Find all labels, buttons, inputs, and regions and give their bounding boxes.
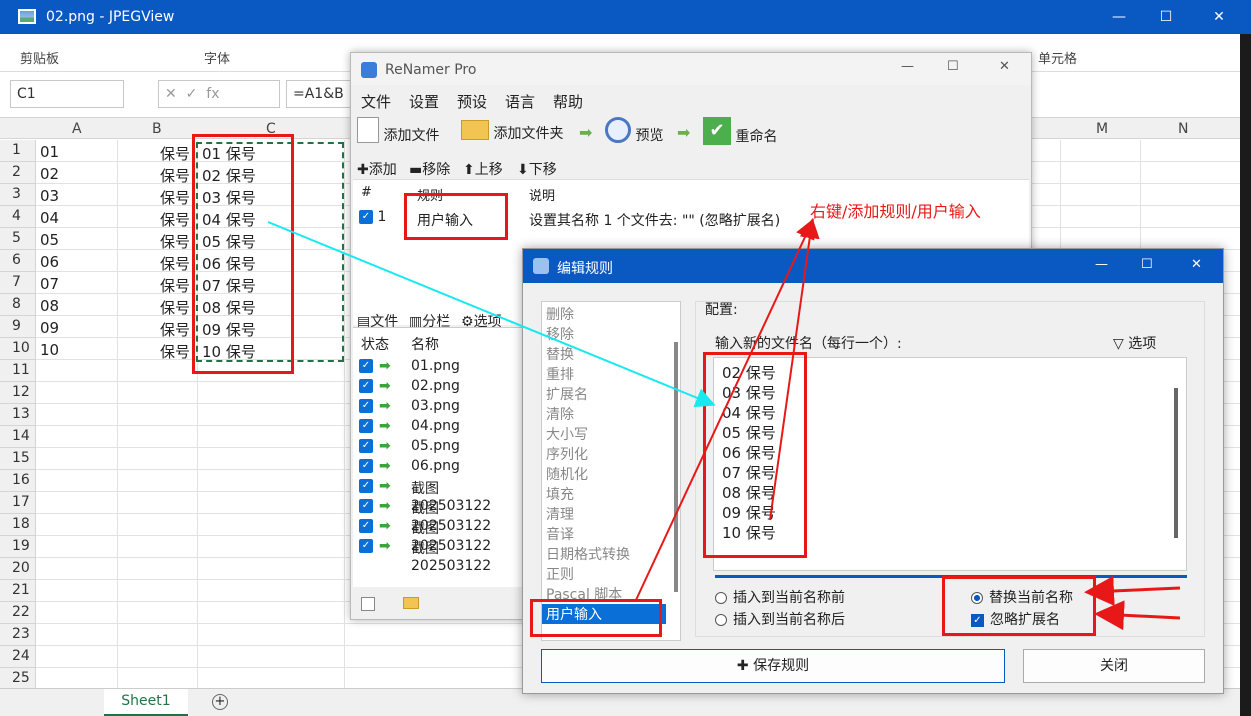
- red-arrow-ignore: [1094, 600, 1181, 631]
- red-arrow-replace: [1084, 575, 1181, 606]
- annotation-arrows: [267, 218, 1181, 631]
- cyan-arrow: [267, 221, 716, 408]
